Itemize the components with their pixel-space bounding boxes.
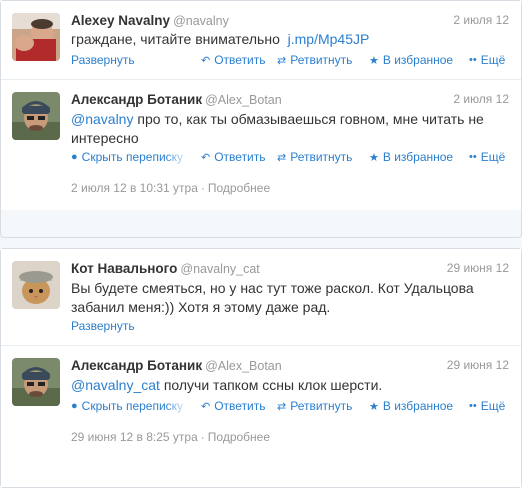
tweet[interactable]: Alexey Navalny @navalny 2 июля 12 граждан…	[1, 1, 521, 79]
more-icon: ••	[469, 400, 477, 412]
meta-separator: ·	[200, 181, 205, 195]
tweet-link[interactable]: j.mp/Mp45JP	[288, 31, 370, 47]
avatar[interactable]	[12, 92, 60, 140]
tweet-text-body: граждане, читайте внимательно	[71, 31, 284, 47]
more-icon: ••	[469, 151, 477, 163]
expand-link[interactable]: Развернуть	[71, 319, 135, 333]
conversation-label: Скрыть переписку	[81, 150, 184, 164]
reply-button[interactable]: ↶ Ответить	[201, 399, 266, 413]
tweet[interactable]: Александр Ботаник @Alex_Botan 29 июня 12 …	[1, 346, 521, 487]
tweet-meta: 2 июля 12 в 10:31 утра · Подробнее	[71, 181, 270, 195]
tweet-actions: Развернуть ↶ Ответить ⇄ Ретвитнуть ★ В избр…	[71, 53, 511, 69]
author-name[interactable]: Alexey Navalny	[71, 13, 170, 28]
favorite-button[interactable]: ★ В избранное	[369, 53, 453, 67]
tweet-date[interactable]: 2 июля 12	[453, 92, 509, 106]
reply-label: Ответить	[214, 150, 266, 164]
favorite-button[interactable]: ★ В избранное	[369, 399, 453, 413]
expand-link[interactable]: Развернуть	[71, 53, 135, 67]
more-button[interactable]: •• Ещё	[469, 399, 505, 413]
details-link[interactable]: Подробнее	[208, 430, 270, 444]
author-name[interactable]: Александр Ботаник	[71, 92, 202, 107]
tweet-text-body: про то, как ты обмазываешься говном, мне…	[71, 111, 484, 146]
author-handle[interactable]: @Alex_Botan	[205, 359, 282, 373]
tweet-timestamp[interactable]: 29 июня 12 в 8:25 утра	[71, 430, 198, 444]
reply-button[interactable]: ↶ Ответить	[201, 53, 266, 67]
tweet-actions: ● Скрыть переписку ↶ Ответить ⇄ Ретвитнуть …	[71, 399, 511, 415]
retweet-icon: ⇄	[277, 54, 287, 67]
hide-conversation-button[interactable]: ● Скрыть переписку	[71, 150, 189, 164]
meta-separator: ·	[200, 430, 205, 444]
tweet[interactable]: Александр Ботаник @Alex_Botan 2 июля 12 @…	[1, 80, 521, 210]
tweet-header: Александр Ботаник @Alex_Botan	[71, 358, 282, 374]
tweet-text: граждане, читайте внимательно j.mp/Mp45J…	[71, 30, 507, 49]
retweet-icon: ⇄	[277, 151, 287, 164]
avatar[interactable]	[12, 358, 60, 406]
favorite-label: В избранное	[382, 53, 454, 67]
author-handle[interactable]: @navalny_cat	[180, 262, 259, 276]
retweet-button[interactable]: ⇄ Ретвитнуть	[277, 399, 352, 413]
tweet-text-body: получи тапком ссны клок шерсти.	[159, 377, 383, 393]
more-label: Ещё	[480, 150, 506, 164]
retweet-label: Ретвитнуть	[290, 399, 353, 413]
reply-label: Ответить	[214, 53, 266, 67]
avatar[interactable]	[12, 13, 60, 61]
favorite-label: В избранное	[382, 399, 454, 413]
tweet-text: Вы будете смеяться, но у нас тут тоже ра…	[71, 280, 474, 315]
star-icon: ★	[369, 400, 379, 413]
tweet-date[interactable]: 2 июля 12	[453, 13, 509, 27]
more-button[interactable]: •• Ещё	[469, 150, 505, 164]
reply-icon: ↶	[201, 151, 211, 164]
tweet-meta: 29 июня 12 в 8:25 утра · Подробнее	[71, 430, 270, 444]
retweet-label: Ретвитнуть	[290, 53, 353, 67]
conversation-card-2: Кот Навального @navalny_cat 29 июня 12 Вы…	[0, 248, 522, 488]
reply-button[interactable]: ↶ Ответить	[201, 150, 266, 164]
tweet-timestamp[interactable]: 2 июля 12 в 10:31 утра	[71, 181, 198, 195]
author-handle[interactable]: @navalny	[173, 14, 229, 28]
tweet-header: Alexey Navalny @navalny	[71, 13, 229, 29]
conversation-icon: ●	[71, 400, 78, 412]
author-handle[interactable]: @Alex_Botan	[205, 93, 282, 107]
retweet-button[interactable]: ⇄ Ретвитнуть	[277, 53, 352, 67]
retweet-button[interactable]: ⇄ Ретвитнуть	[277, 150, 352, 164]
more-button[interactable]: •• Ещё	[469, 53, 505, 67]
more-label: Ещё	[480, 399, 506, 413]
mention-link[interactable]: @navalny_cat	[71, 377, 160, 393]
tweet-date[interactable]: 29 июня 12	[447, 358, 509, 372]
conversation-card-1: Alexey Navalny @navalny 2 июля 12 граждан…	[0, 0, 522, 238]
reply-icon: ↶	[201, 54, 211, 67]
tweet-header: Кот Навального @navalny_cat	[71, 261, 260, 277]
tweet-header: Александр Ботаник @Alex_Botan	[71, 92, 282, 108]
hide-conversation-button[interactable]: ● Скрыть переписку	[71, 399, 189, 413]
favorite-label: В избранное	[382, 150, 454, 164]
more-icon: ••	[469, 54, 477, 66]
tweet-text: @navalny про то, как ты обмазываешься го…	[71, 110, 507, 148]
conversation-label: Скрыть переписку	[81, 399, 184, 413]
details-link[interactable]: Подробнее	[208, 181, 270, 195]
mention-link[interactable]: @navalny	[71, 111, 133, 127]
conversation-icon: ●	[71, 151, 78, 163]
star-icon: ★	[369, 54, 379, 67]
star-icon: ★	[369, 151, 379, 164]
favorite-button[interactable]: ★ В избранное	[369, 150, 453, 164]
retweet-label: Ретвитнуть	[290, 150, 353, 164]
tweet[interactable]: Кот Навального @navalny_cat 29 июня 12 Вы…	[1, 249, 521, 345]
reply-label: Ответить	[214, 399, 266, 413]
tweet-actions: ● Скрыть переписку ↶ Ответить ⇄ Ретвитнуть …	[71, 150, 511, 166]
tweet-text: @navalny_cat получи тапком ссны клок шер…	[71, 376, 507, 395]
author-name[interactable]: Кот Навального	[71, 261, 177, 276]
avatar[interactable]	[12, 261, 60, 309]
reply-icon: ↶	[201, 400, 211, 413]
more-label: Ещё	[480, 53, 506, 67]
author-name[interactable]: Александр Ботаник	[71, 358, 202, 373]
tweet-date[interactable]: 29 июня 12	[447, 261, 509, 275]
retweet-icon: ⇄	[277, 400, 287, 413]
